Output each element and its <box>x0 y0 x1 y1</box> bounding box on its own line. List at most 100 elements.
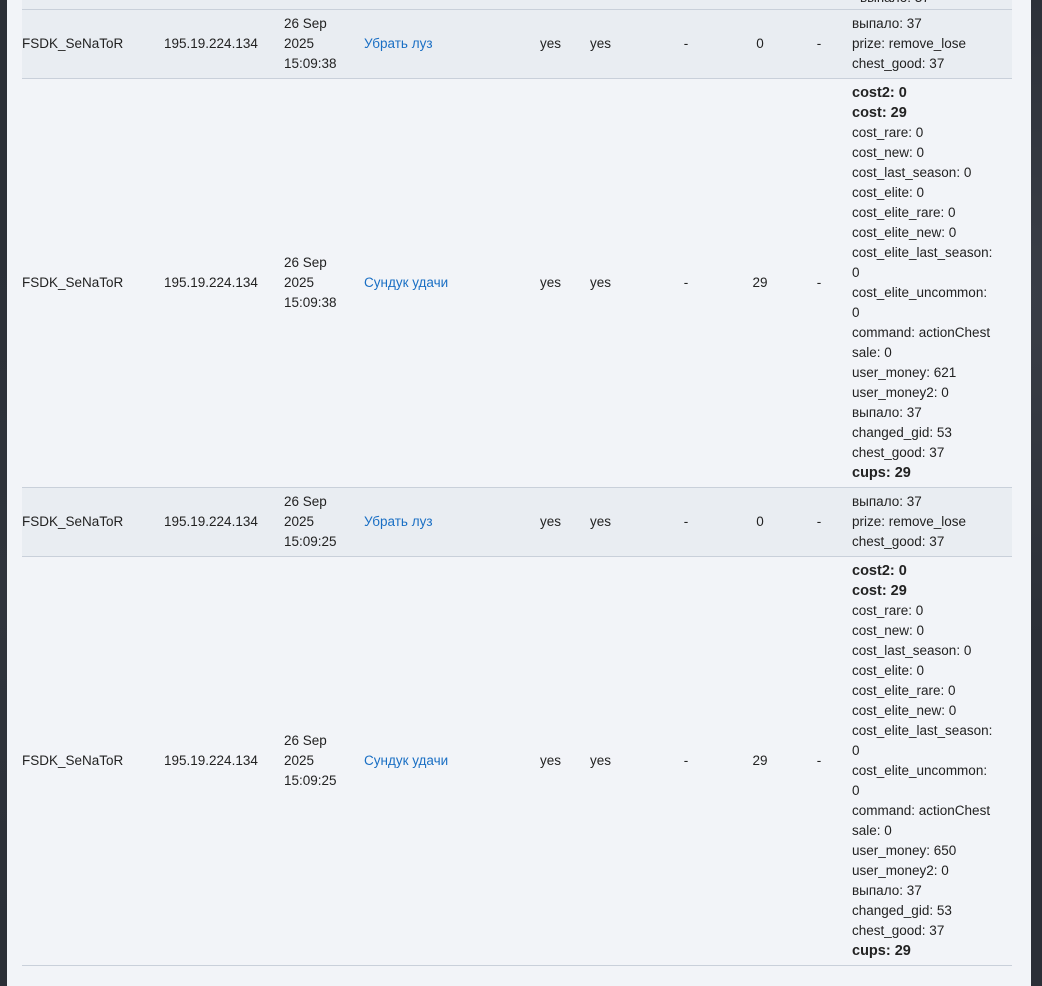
action-cell: Сундук удачи <box>364 78 540 488</box>
flag1-cell: yes <box>540 10 590 79</box>
detail-line: выпало: 37 <box>852 16 922 31</box>
detail-line: prize: remove_lose <box>852 514 967 529</box>
action-log-table: FSDK_SeNaToR 195.19.224.134 26 Sep 2025 15:0… <box>22 10 1012 966</box>
action-cell: Убрать луз <box>364 487 540 557</box>
detail-line: cost_elite_rare: 0 <box>852 205 956 220</box>
flag2-cell: yes <box>590 78 638 488</box>
detail-line: cost_last_season: 0 <box>852 643 972 658</box>
previous-row-partial: выпало: 37 <box>22 0 1012 10</box>
date-line: 2025 <box>284 36 315 51</box>
username-cell: FSDK_SeNaToR <box>22 487 164 557</box>
detail-line: changed_gid: 53 <box>852 903 952 918</box>
detail-line: cost_elite_new: 0 <box>852 225 957 240</box>
date-cell: 26 Sep 2025 15:09:25 <box>284 556 364 966</box>
action-link[interactable]: Сундук удачи <box>364 753 448 768</box>
date-line: 15:09:25 <box>284 534 337 549</box>
action-link[interactable]: Убрать луз <box>364 36 433 51</box>
ip-cell: 195.19.224.134 <box>164 10 284 79</box>
ip-cell: 195.19.224.134 <box>164 78 284 488</box>
detail-line: 0 <box>852 783 860 798</box>
detail-line: command: actionChest <box>852 803 991 818</box>
detail-line: user_money2: 0 <box>852 385 949 400</box>
col-a-cell: - <box>638 10 734 79</box>
detail-line: cost_elite_uncommon: <box>852 763 988 778</box>
date-cell: 26 Sep 2025 15:09:38 <box>284 10 364 79</box>
detail-line: cost_elite: 0 <box>852 185 925 200</box>
detail-line: 0 <box>852 305 860 320</box>
col-b-cell: - <box>786 78 852 488</box>
action-link[interactable]: Сундук удачи <box>364 275 448 290</box>
detail-line: cups: 29 <box>852 943 911 959</box>
detail-line: user_money: 621 <box>852 365 957 380</box>
detail-line: 0 <box>852 743 860 758</box>
table-row: FSDK_SeNaToR 195.19.224.134 26 Sep 2025 15:0… <box>22 556 1012 966</box>
detail-line: cost_elite_uncommon: <box>852 285 988 300</box>
flag2-cell: yes <box>590 556 638 966</box>
date-line: 2025 <box>284 514 315 529</box>
date-line: 2025 <box>284 753 315 768</box>
detail-line: cost2: 0 <box>852 563 907 579</box>
flag1-cell: yes <box>540 78 590 488</box>
date-line: 26 Sep <box>284 16 327 31</box>
detail-line: chest_good: 37 <box>852 923 945 938</box>
detail-line: prize: remove_lose <box>852 36 967 51</box>
amount-cell: 0 <box>734 10 786 79</box>
username-cell: FSDK_SeNaToR <box>22 556 164 966</box>
flag2-cell: yes <box>590 487 638 557</box>
detail-line: cost: 29 <box>852 105 907 121</box>
detail-line: cost_elite_last_season: <box>852 723 993 738</box>
detail-line: 0 <box>852 265 860 280</box>
ip-cell: 195.19.224.134 <box>164 487 284 557</box>
detail-line: chest_good: 37 <box>852 445 945 460</box>
amount-cell: 0 <box>734 487 786 557</box>
log-table-body: FSDK_SeNaToR 195.19.224.134 26 Sep 2025 15:0… <box>22 10 1012 966</box>
detail-line: changed_gid: 53 <box>852 425 952 440</box>
date-line: 26 Sep <box>284 733 327 748</box>
action-link[interactable]: Убрать луз <box>364 514 433 529</box>
detail-line: выпало: 37 <box>852 494 922 509</box>
detail-line: user_money2: 0 <box>852 863 949 878</box>
detail-line: cost_elite_rare: 0 <box>852 683 956 698</box>
date-line: 2025 <box>284 275 315 290</box>
ip-cell: 195.19.224.134 <box>164 556 284 966</box>
detail-line: cost_rare: 0 <box>852 125 924 140</box>
date-cell: 26 Sep 2025 15:09:25 <box>284 487 364 557</box>
date-line: 26 Sep <box>284 494 327 509</box>
username-cell: FSDK_SeNaToR <box>22 78 164 488</box>
amount-cell: 29 <box>734 78 786 488</box>
action-cell: Убрать луз <box>364 10 540 79</box>
col-b-cell: - <box>786 556 852 966</box>
detail-line: cost_elite_new: 0 <box>852 703 957 718</box>
detail-line: cost_last_season: 0 <box>852 165 972 180</box>
flag1-cell: yes <box>540 487 590 557</box>
detail-line: cost: 29 <box>852 583 907 599</box>
col-a-cell: - <box>638 487 734 557</box>
log-panel: выпало: 37 FSDK_SeNaToR195.19.224.13426 … <box>7 0 1031 986</box>
flag1-cell: yes <box>540 556 590 966</box>
previous-row-text: выпало: 37 <box>860 0 930 8</box>
detail-line: chest_good: 37 <box>852 56 945 71</box>
date-cell: 26 Sep 2025 15:09:38 <box>284 78 364 488</box>
date-line: 15:09:38 <box>284 56 337 71</box>
col-a-cell: - <box>638 556 734 966</box>
date-line: 15:09:25 <box>284 773 337 788</box>
amount-cell: 29 <box>734 556 786 966</box>
date-line: 26 Sep <box>284 255 327 270</box>
detail-line: cost_elite_last_season: <box>852 245 993 260</box>
username-cell: FSDK_SeNaToR <box>22 10 164 79</box>
detail-line: выпало: 37 <box>852 405 922 420</box>
table-row: FSDK_SeNaToR 195.19.224.134 26 Sep 2025 15:0… <box>22 10 1012 79</box>
detail-line: chest_good: 37 <box>852 534 945 549</box>
detail-line: cost_rare: 0 <box>852 603 924 618</box>
detail-line: sale: 0 <box>852 345 892 360</box>
col-b-cell: - <box>786 487 852 557</box>
flag2-cell: yes <box>590 10 638 79</box>
details-cell: выпало: 37 prize: remove_lose chest_good: … <box>852 10 1012 79</box>
details-cell: cost2: 0 cost: 29 cost_rare: 0 cost_new: 0 c… <box>852 78 1012 488</box>
table-row: FSDK_SeNaToR 195.19.224.134 26 Sep 2025 15:0… <box>22 78 1012 488</box>
detail-line: cost_elite: 0 <box>852 663 925 678</box>
col-a-cell: - <box>638 78 734 488</box>
detail-line: cost2: 0 <box>852 85 907 101</box>
details-cell: выпало: 37 prize: remove_lose chest_good: … <box>852 487 1012 557</box>
detail-line: выпало: 37 <box>852 883 922 898</box>
